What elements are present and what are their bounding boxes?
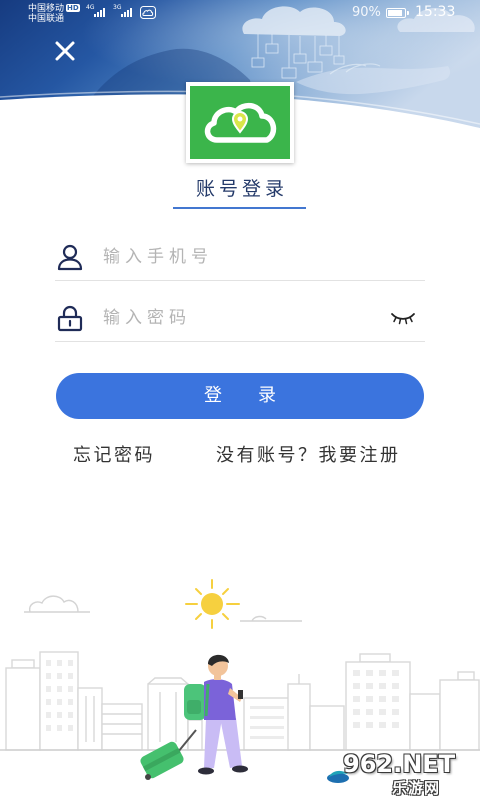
- signal-bar: [103, 8, 105, 17]
- sun-icon: [185, 579, 240, 629]
- carrier-primary-row: 中国移动 HD: [28, 4, 80, 14]
- phone-input[interactable]: [100, 243, 383, 271]
- app-logo-tile: [190, 86, 290, 159]
- cloud-location-pin-icon: [204, 102, 277, 143]
- lock-icon: [57, 305, 83, 332]
- hd-badge: HD: [66, 4, 80, 12]
- carrier-primary: 中国移动: [28, 4, 65, 14]
- battery-percent: 90%: [352, 5, 381, 20]
- signal-bar: [121, 14, 123, 17]
- network-type-label: 4G: [86, 4, 95, 11]
- signal-bar: [127, 10, 129, 17]
- forgot-password-link[interactable]: 忘记密码: [73, 444, 155, 468]
- carrier-secondary: 中国联通: [28, 14, 65, 24]
- watermark-brand: 962.NET: [343, 750, 456, 778]
- network-type-label: 3G: [113, 4, 122, 11]
- close-icon[interactable]: [53, 39, 77, 63]
- page-title: 账号登录: [195, 178, 288, 200]
- signal-secondary: 3G: [113, 4, 135, 17]
- signal-primary: 4G: [86, 4, 108, 17]
- watermark-name: 乐游网: [392, 779, 441, 797]
- carrier-info: 中国移动 HD 中国联通: [28, 4, 80, 24]
- user-icon: [57, 244, 83, 271]
- eye-closed-icon[interactable]: [390, 311, 416, 325]
- login-button[interactable]: 登 录: [56, 373, 424, 419]
- password-input[interactable]: [100, 304, 383, 332]
- signal-bar: [100, 10, 102, 17]
- battery-fill: [388, 10, 403, 16]
- cloud-outline: [24, 595, 302, 622]
- traveler-figure: [184, 654, 248, 775]
- signal-bar: [94, 14, 96, 17]
- signal-bar: [130, 8, 132, 17]
- signal-bar: [97, 12, 99, 17]
- app-logo: [186, 82, 294, 163]
- register-link[interactable]: 没有账号？我要注册: [216, 444, 401, 468]
- phone-divider: [55, 280, 425, 281]
- cloud-app-icon: [140, 6, 156, 19]
- status-time: 15:33: [415, 4, 456, 20]
- password-divider: [55, 341, 425, 342]
- signal-bar: [124, 12, 126, 17]
- battery-icon: [386, 8, 409, 18]
- title-underline: [173, 207, 306, 209]
- city-skyline: [5, 651, 480, 751]
